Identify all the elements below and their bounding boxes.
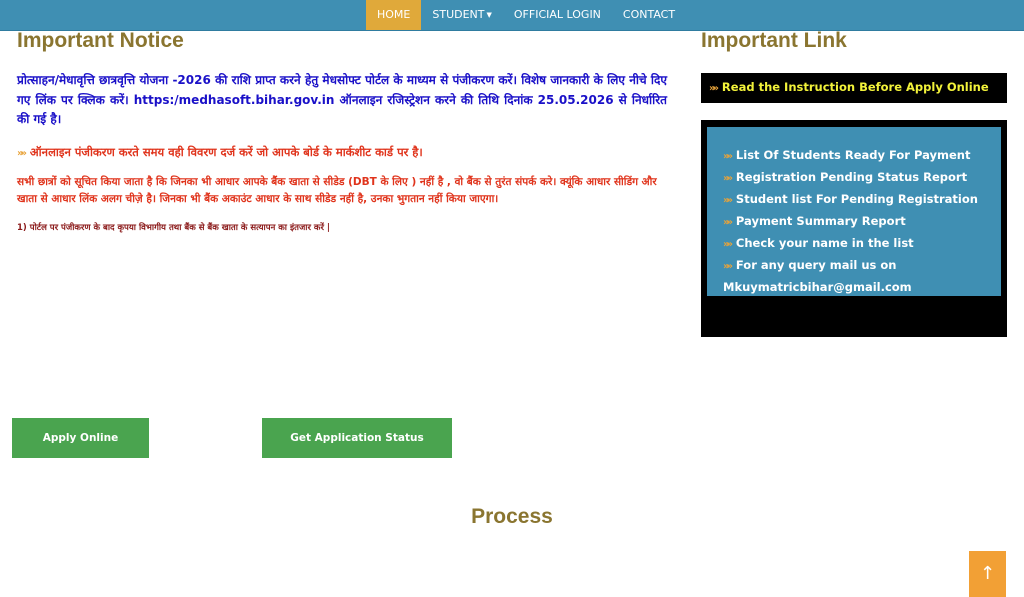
nav-official-login-label: OFFICIAL LOGIN <box>513 8 601 21</box>
double-arrow-icon: »» <box>723 261 733 272</box>
link-check-name[interactable]: »» Check your name in the list <box>723 233 993 255</box>
link-students-ready-payment[interactable]: »» List Of Students Ready For Payment <box>723 145 993 167</box>
link-label: Registration Pending Status Report <box>735 170 968 184</box>
important-notice-heading: Important Notice <box>17 29 184 52</box>
important-link-heading: Important Link <box>701 29 847 52</box>
double-arrow-icon: »» <box>723 173 733 184</box>
apply-online-button[interactable]: Apply Online <box>12 418 149 458</box>
link-label: Check your name in the list <box>735 236 914 250</box>
nav-home[interactable]: HOME <box>366 0 422 30</box>
arrow-up-icon: ↑ <box>979 563 996 584</box>
link-label: List Of Students Ready For Payment <box>735 148 971 162</box>
nav-contact[interactable]: CONTACT <box>612 0 686 30</box>
instruction-link[interactable]: »» Read the Instruction Before Apply Onli… <box>709 80 989 94</box>
link-list: »» List Of Students Ready For Payment »» R… <box>723 145 993 297</box>
double-arrow-icon: »» <box>723 151 733 162</box>
links-panel-inner: »» List Of Students Ready For Payment »» R… <box>707 127 1001 296</box>
notice-line-2-text: ऑनलाइन पंजीकरण करते समय वही विवरण दर्ज क… <box>29 145 423 159</box>
back-to-top-button[interactable]: ↑ <box>969 551 1006 597</box>
double-arrow-icon: »» <box>723 217 733 228</box>
link-student-list-pending[interactable]: »» Student list For Pending Registration <box>723 189 993 211</box>
link-payment-summary[interactable]: »» Payment Summary Report <box>723 211 993 233</box>
nav-student-dropdown[interactable]: STUDENT ▼ <box>421 0 503 30</box>
notice-paragraph-3: सभी छात्रों को सूचित किया जाता है कि जिन… <box>17 176 657 205</box>
nav-official-login[interactable]: OFFICIAL LOGIN <box>503 0 612 30</box>
process-heading: Process <box>471 505 553 528</box>
double-arrow-icon: »» <box>709 83 719 94</box>
instruction-link-label: Read the Instruction Before Apply Online <box>721 80 989 94</box>
double-arrow-icon: »» <box>723 239 733 250</box>
link-label: Student list For Pending Registration <box>735 192 978 206</box>
notice-line-4: 1) पोर्टल पर पंजीकरण के बाद कृपया विभागी… <box>17 223 330 233</box>
top-navbar: HOME STUDENT ▼ OFFICIAL LOGIN CONTACT <box>0 0 1024 31</box>
double-arrow-icon: »» <box>17 148 27 159</box>
notice-line-2: »» ऑनलाइन पंजीकरण करते समय वही विवरण दर्ज… <box>17 145 677 160</box>
caret-down-icon: ▼ <box>486 11 492 19</box>
nav-home-label: HOME <box>377 8 411 21</box>
nav-menu: HOME STUDENT ▼ OFFICIAL LOGIN CONTACT <box>366 0 686 30</box>
instruction-box: »» Read the Instruction Before Apply Onli… <box>701 73 1007 103</box>
notice-paragraph-1: प्रोत्साहन/मेधावृत्ति छात्रवृत्ति योजना … <box>17 73 667 126</box>
link-query-mail[interactable]: »» For any query mail us on Mkuymatricbih… <box>723 255 993 297</box>
get-application-status-button[interactable]: Get Application Status <box>262 418 452 458</box>
double-arrow-icon: »» <box>723 195 733 206</box>
nav-contact-label: CONTACT <box>622 8 676 21</box>
links-panel: »» List Of Students Ready For Payment »» R… <box>701 120 1007 337</box>
link-label: Payment Summary Report <box>735 214 906 228</box>
nav-student-label: STUDENT <box>432 8 485 21</box>
link-registration-pending-status[interactable]: »» Registration Pending Status Report <box>723 167 993 189</box>
link-label: For any query mail us on Mkuymatricbihar… <box>723 258 912 294</box>
